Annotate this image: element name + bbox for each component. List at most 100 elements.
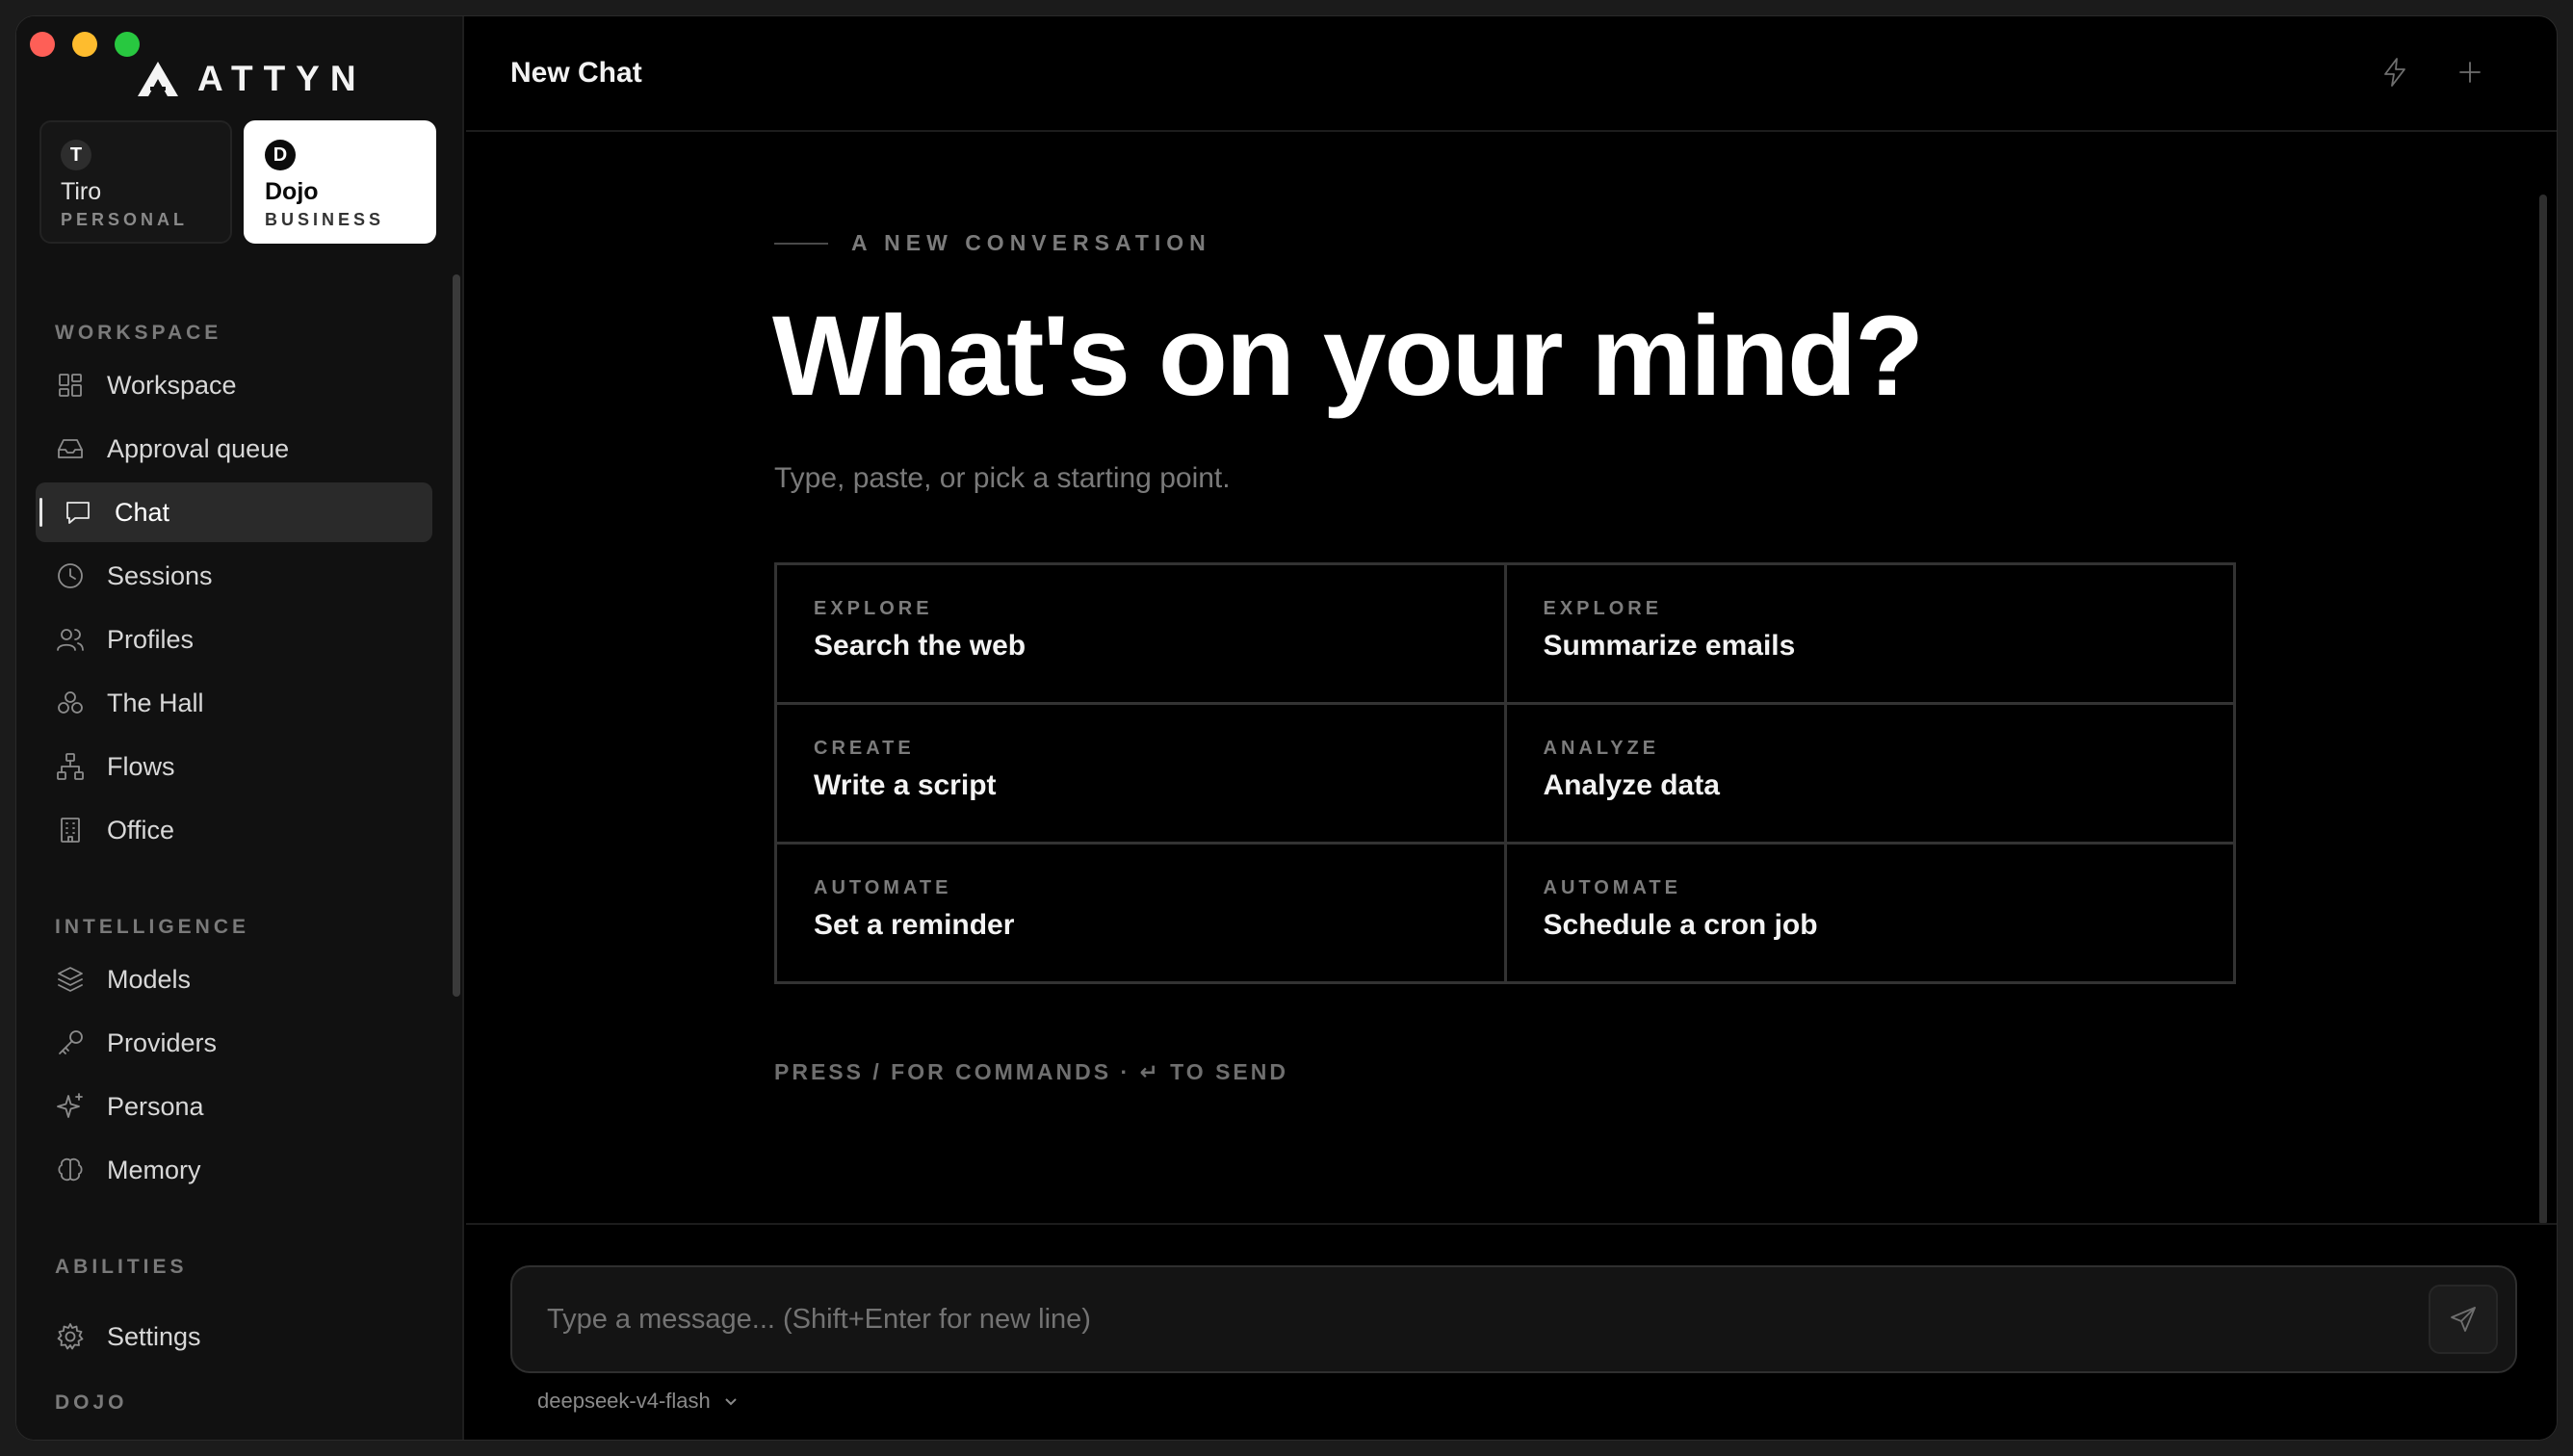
model-name: deepseek-v4-flash — [537, 1389, 711, 1413]
sidebar: ATTYN T Tiro PERSONAL D Dojo BUSINESS WO… — [16, 16, 464, 1440]
app-window: ATTYN T Tiro PERSONAL D Dojo BUSINESS WO… — [15, 15, 2558, 1441]
sidebar-item-label: Approval queue — [107, 433, 290, 463]
sidebar-item-label: Chat — [115, 497, 170, 527]
account-avatar: D — [265, 140, 296, 170]
sidebar-item-settings[interactable]: Settings — [36, 1307, 432, 1366]
grid-icon — [55, 370, 86, 401]
layers-icon — [55, 964, 86, 995]
suggestion-category: EXPLORE — [1543, 598, 1663, 619]
sparkle-icon — [55, 1091, 86, 1122]
suggestion-card-set-reminder[interactable]: AUTOMATE Set a reminder — [777, 845, 1504, 981]
main-panel: New Chat A NEW CONVERSATION What's on yo… — [466, 16, 2557, 1440]
sidebar-item-persona[interactable]: Persona — [36, 1077, 432, 1136]
sidebar-item-label: Models — [107, 964, 192, 994]
suggestion-card-schedule-cron[interactable]: AUTOMATE Schedule a cron job — [1506, 845, 2233, 981]
send-button[interactable] — [2429, 1285, 2498, 1354]
sidebar-scrollbar[interactable] — [453, 274, 460, 997]
maximize-window-button[interactable] — [115, 32, 140, 57]
sidebar-item-flows[interactable]: Flows — [36, 737, 432, 796]
hero-subline: Type, paste, or pick a starting point. — [774, 462, 1231, 494]
sidebar-item-label: Workspace — [107, 370, 237, 400]
sidebar-item-workspace[interactable]: Workspace — [36, 355, 432, 415]
chat-icon — [63, 497, 93, 528]
sidebar-item-providers[interactable]: Providers — [36, 1013, 432, 1073]
users-icon — [55, 624, 86, 655]
sidebar-item-label: Profiles — [107, 624, 195, 654]
flows-icon — [55, 751, 86, 782]
hall-icon — [55, 688, 86, 718]
sidebar-item-label: Sessions — [107, 560, 213, 590]
message-composer — [510, 1265, 2517, 1373]
clock-icon — [55, 560, 86, 591]
message-input[interactable] — [547, 1267, 2377, 1371]
sidebar-item-label: Persona — [107, 1091, 204, 1121]
minimize-window-button[interactable] — [72, 32, 97, 57]
suggestion-category: ANALYZE — [1543, 738, 1660, 759]
chevron-down-icon — [725, 1398, 737, 1406]
key-icon — [55, 1027, 86, 1058]
inbox-icon — [55, 433, 86, 464]
suggestion-category: CREATE — [814, 738, 915, 759]
account-avatar: T — [61, 140, 91, 170]
sidebar-item-label: Office — [107, 815, 175, 845]
section-label-intelligence: INTELLIGENCE — [55, 916, 250, 938]
account-name: Tiro — [61, 178, 102, 205]
new-chat-plus-icon[interactable] — [2453, 55, 2487, 90]
sidebar-item-label: Providers — [107, 1027, 218, 1057]
suggestion-title: Analyze data — [1543, 769, 1720, 801]
suggestion-title: Set a reminder — [814, 909, 1015, 941]
lightning-icon[interactable] — [2378, 55, 2412, 90]
sidebar-item-office[interactable]: Office — [36, 800, 432, 860]
account-type: PERSONAL — [61, 210, 189, 229]
suggestion-category: AUTOMATE — [1543, 877, 1681, 898]
suggestion-title: Search the web — [814, 630, 1027, 662]
suggestion-title: Write a script — [814, 769, 997, 801]
brand-name: ATTYN — [197, 59, 367, 98]
suggestion-category: EXPLORE — [814, 598, 933, 619]
sidebar-item-the-hall[interactable]: The Hall — [36, 673, 432, 733]
sidebar-item-sessions[interactable]: Sessions — [36, 546, 432, 606]
close-window-button[interactable] — [30, 32, 55, 57]
composer-area: deepseek-v4-flash — [466, 1223, 2557, 1440]
section-label-workspace: WORKSPACE — [55, 322, 222, 344]
header: New Chat — [466, 16, 2557, 132]
send-icon — [2451, 1307, 2476, 1332]
suggestion-category: AUTOMATE — [814, 877, 952, 898]
brain-icon — [55, 1155, 86, 1185]
section-label-dojo: DOJO — [55, 1391, 128, 1414]
sidebar-item-profiles[interactable]: Profiles — [36, 610, 432, 669]
sidebar-item-memory[interactable]: Memory — [36, 1140, 432, 1200]
suggestion-card-analyze-data[interactable]: ANALYZE Analyze data — [1506, 705, 2233, 842]
window-controls — [30, 32, 140, 57]
kicker-divider — [774, 243, 828, 245]
sidebar-item-chat[interactable]: Chat — [36, 482, 432, 542]
sidebar-item-models[interactable]: Models — [36, 949, 432, 1009]
sidebar-item-approval-queue[interactable]: Approval queue — [36, 419, 432, 479]
model-selector[interactable]: deepseek-v4-flash — [537, 1389, 740, 1414]
sidebar-item-label: Memory — [107, 1155, 201, 1184]
page-title: New Chat — [510, 57, 642, 89]
keyboard-hint: PRESS / FOR COMMANDS · ↵ TO SEND — [774, 1059, 1288, 1084]
section-label-abilities: ABILITIES — [55, 1256, 188, 1278]
building-icon — [55, 815, 86, 845]
suggestion-title: Summarize emails — [1543, 630, 1796, 662]
suggestion-card-write-script[interactable]: CREATE Write a script — [777, 705, 1504, 842]
sidebar-item-label: The Hall — [107, 688, 204, 717]
main-scrollbar[interactable] — [2539, 195, 2547, 1225]
account-name: Dojo — [265, 178, 319, 205]
hero-kicker: A NEW CONVERSATION — [851, 230, 1211, 255]
account-card-dojo[interactable]: D Dojo BUSINESS — [244, 120, 436, 244]
account-type: BUSINESS — [265, 210, 385, 229]
suggestion-card-summarize-emails[interactable]: EXPLORE Summarize emails — [1506, 565, 2233, 702]
sidebar-nav: WORKSPACE Workspace Approval queue Chat … — [16, 286, 464, 1440]
suggestion-card-search-web[interactable]: EXPLORE Search the web — [777, 565, 1504, 702]
suggestion-title: Schedule a cron job — [1543, 909, 1818, 941]
suggestion-grid: EXPLORE Search the web EXPLORE Summarize… — [774, 562, 2236, 984]
account-card-tiro[interactable]: T Tiro PERSONAL — [39, 120, 232, 244]
gear-icon — [55, 1321, 86, 1352]
logo-mark-icon — [138, 62, 178, 96]
hero-headline: What's on your mind? — [772, 293, 1924, 420]
sidebar-item-label: Settings — [107, 1321, 201, 1351]
account-switcher: T Tiro PERSONAL D Dojo BUSINESS — [39, 120, 436, 244]
brand-logo[interactable]: ATTYN — [136, 59, 367, 99]
